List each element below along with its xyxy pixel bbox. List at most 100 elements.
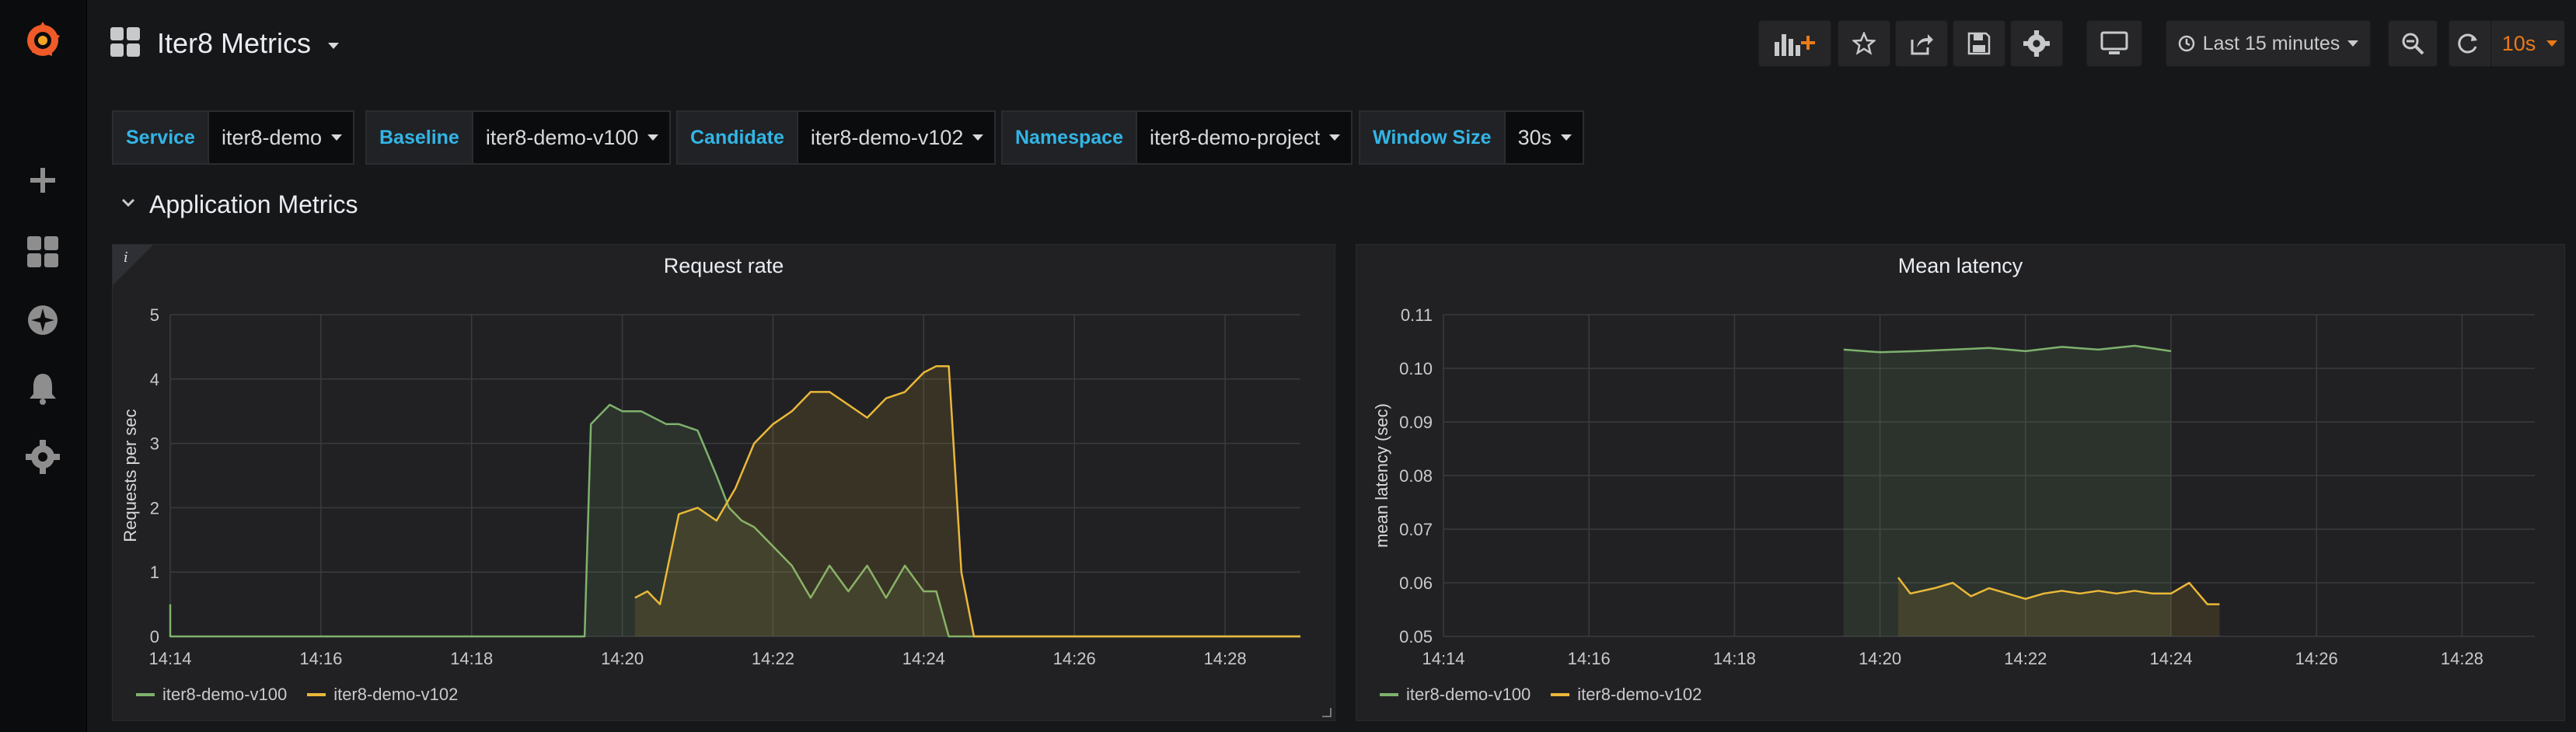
variable-value: 30s	[1517, 125, 1552, 149]
divider	[2490, 21, 2491, 66]
y-tick-label: 5	[150, 305, 159, 325]
panel-resize-handle[interactable]	[1322, 708, 1332, 717]
service-select[interactable]: iter8-demo	[207, 110, 355, 165]
variable-service: Service iter8-demo	[112, 110, 355, 165]
legend-label: iter8-demo-v102	[333, 685, 459, 704]
baseline-select[interactable]: iter8-demo-v100	[471, 110, 672, 165]
alerting-bell-icon[interactable]	[19, 365, 66, 412]
plus-icon[interactable]	[19, 157, 66, 204]
x-tick-label: 14:18	[1713, 649, 1756, 668]
legend-item[interactable]: iter8-demo-v102	[307, 685, 458, 705]
refresh-icon	[2458, 33, 2477, 54]
zoom-out-button[interactable]	[2388, 20, 2438, 67]
variable-label: Namespace	[1001, 110, 1136, 165]
y-tick-label: 0.11	[1401, 305, 1433, 325]
x-tick-label: 14:14	[1422, 649, 1464, 668]
x-tick-label: 14:24	[2149, 649, 2192, 668]
chevron-down-icon	[972, 134, 984, 141]
variable-baseline: Baseline iter8-demo-v100	[365, 110, 672, 165]
variable-value: iter8-demo-project	[1149, 125, 1321, 149]
y-tick-label: 1	[150, 563, 159, 582]
grafana-logo-icon[interactable]	[19, 17, 66, 64]
configuration-gear-icon[interactable]	[19, 434, 66, 480]
explore-compass-icon[interactable]	[19, 297, 66, 343]
x-tick-label: 14:20	[601, 649, 644, 668]
dashboard-title[interactable]: Iter8 Metrics	[157, 27, 311, 60]
y-axis-label: mean latency (sec)	[1372, 403, 1391, 548]
add-panel-button[interactable]	[1758, 20, 1831, 67]
legend-label: iter8-demo-v100	[1406, 685, 1531, 704]
save-dashboard-button[interactable]	[1953, 20, 2005, 67]
chevron-down-icon[interactable]	[328, 39, 340, 53]
x-tick-label: 14:16	[1568, 649, 1611, 668]
side-menu	[0, 0, 87, 732]
legend-label: iter8-demo-v100	[162, 685, 288, 704]
legend-item[interactable]: iter8-demo-v100	[136, 685, 287, 705]
x-tick-label: 14:20	[1859, 649, 1901, 668]
variable-namespace: Namespace iter8-demo-project	[1001, 110, 1353, 165]
legend-item[interactable]: iter8-demo-v102	[1551, 685, 1702, 705]
panel-legend: iter8-demo-v100 iter8-demo-v102	[1380, 685, 1702, 705]
x-tick-label: 14:18	[450, 649, 493, 668]
variable-window-size: Window Size 30s	[1359, 110, 1585, 165]
x-tick-label: 14:22	[2004, 649, 2047, 668]
share-dashboard-button[interactable]	[1895, 20, 1948, 67]
variable-value: iter8-demo-v102	[810, 125, 964, 149]
legend-swatch	[1551, 693, 1570, 696]
namespace-select[interactable]: iter8-demo-project	[1135, 110, 1353, 165]
dashboards-icon[interactable]	[19, 228, 66, 275]
y-tick-label: 0.09	[1399, 413, 1433, 432]
add-panel-icon	[1775, 34, 1815, 56]
x-tick-label: 14:24	[902, 649, 945, 668]
legend-item[interactable]: iter8-demo-v100	[1380, 685, 1531, 705]
y-axis-label: Requests per sec	[120, 409, 140, 542]
refresh-picker[interactable]: 10s	[2449, 20, 2565, 67]
series-area-v102	[634, 366, 1300, 636]
save-icon	[1967, 32, 1991, 55]
request-rate-chart[interactable]: 0 1 2 3 4 5 14:14 14:16 14:18 14:20 14:22 14:24 14:2…	[113, 245, 1336, 680]
refresh-interval-label[interactable]: 10s	[2502, 32, 2536, 56]
x-tick-label: 14:14	[148, 649, 191, 668]
variable-label: Service	[112, 110, 208, 165]
panel-legend: iter8-demo-v100 iter8-demo-v102	[136, 685, 458, 705]
x-tick-label: 14:28	[2441, 649, 2484, 668]
star-icon	[1852, 32, 1876, 55]
row-title: Application Metrics	[149, 190, 358, 218]
x-tick-label: 14:22	[752, 649, 794, 668]
share-icon	[1911, 34, 1933, 55]
x-tick-label: 14:28	[1204, 649, 1247, 668]
dashboard-settings-button[interactable]	[2010, 20, 2063, 67]
variable-value: iter8-demo-v100	[485, 125, 639, 149]
request-rate-panel[interactable]: i Request rate 0 1 2 3 4 5 14:14 14:16 14:18 14:2…	[112, 244, 1335, 721]
variable-candidate: Candidate iter8-demo-v102	[676, 110, 997, 165]
window-size-select[interactable]: 30s	[1503, 110, 1585, 165]
variable-label: Baseline	[365, 110, 472, 165]
chevron-down-icon	[1329, 134, 1341, 141]
mean-latency-panel[interactable]: Mean latency 0.05 0.06 0.07 0.08 0.09 0.10 0.1…	[1356, 244, 2565, 721]
y-tick-label: 0.08	[1399, 466, 1433, 486]
chevron-down-icon	[331, 134, 343, 141]
time-range-label: Last 15 minutes	[2202, 32, 2340, 54]
chevron-down-icon	[2546, 40, 2558, 47]
chevron-down-icon	[2347, 40, 2359, 47]
star-dashboard-button[interactable]	[1838, 20, 1890, 67]
x-tick-label: 14:26	[2295, 649, 2338, 668]
tv-mode-button[interactable]	[2086, 20, 2142, 67]
y-tick-label: 3	[150, 434, 159, 454]
legend-swatch	[307, 693, 326, 696]
dashboard-title-area[interactable]: Iter8 Metrics	[110, 22, 340, 65]
chevron-down-icon[interactable]	[121, 197, 135, 212]
y-tick-label: 4	[150, 370, 159, 389]
clock-icon	[2178, 35, 2194, 52]
dashboard-grid-icon	[110, 26, 140, 61]
y-tick-label: 0.10	[1399, 359, 1433, 378]
variable-label: Window Size	[1359, 110, 1504, 165]
mean-latency-chart[interactable]: 0.05 0.06 0.07 0.08 0.09 0.10 0.11 14:14 14:16 14…	[1356, 245, 2566, 680]
legend-swatch	[1380, 693, 1398, 696]
zoom-out-icon	[2402, 33, 2424, 55]
variable-value: iter8-demo	[221, 125, 323, 149]
time-range-picker[interactable]: Last 15 minutes	[2166, 20, 2371, 67]
row-header[interactable]: Application Metrics	[121, 185, 358, 224]
monitor-icon	[2100, 31, 2128, 54]
candidate-select[interactable]: iter8-demo-v102	[796, 110, 997, 165]
